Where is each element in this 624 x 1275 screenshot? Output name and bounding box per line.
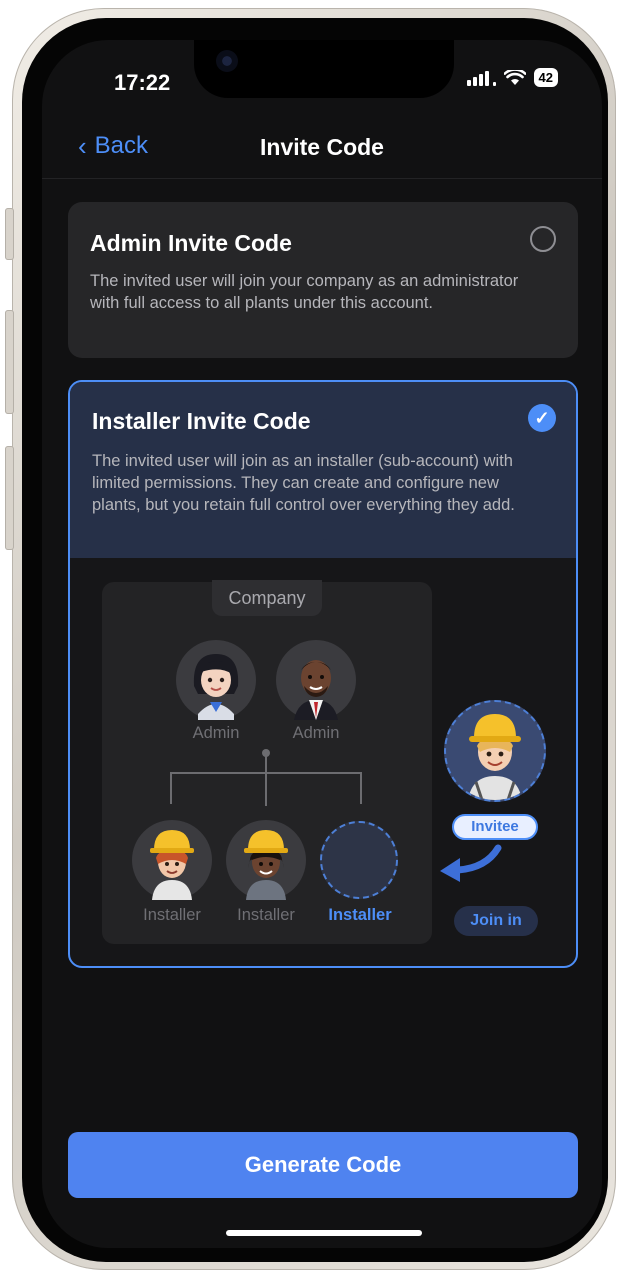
admin-invite-option[interactable]: Admin Invite Code The invited user will … — [68, 202, 578, 358]
installer-invite-option[interactable]: Installer Invite Code The invited user w… — [68, 380, 578, 968]
navigation-bar: ‹ Back Invite Code — [42, 122, 602, 179]
admin-option-title: Admin Invite Code — [90, 230, 292, 256]
admin-label-1: Admin — [192, 724, 240, 742]
arrow-left-icon — [440, 844, 502, 882]
tree-connector-bar — [170, 772, 362, 774]
volume-up-button — [5, 310, 14, 414]
front-camera — [216, 50, 238, 72]
status-icons: 42 — [466, 68, 558, 87]
battery-icon: 42 — [533, 68, 558, 87]
tree-connector-node — [262, 749, 270, 757]
invitee-badge: Invitee — [452, 814, 538, 840]
wifi-icon — [503, 69, 526, 85]
checkmark-icon[interactable]: ✓ — [528, 404, 556, 432]
admin-avatar-man — [276, 640, 356, 720]
company-label: Company — [212, 580, 322, 616]
signal-icon — [466, 70, 496, 86]
status-time: 17:22 — [114, 70, 171, 95]
page-title: Invite Code — [260, 134, 384, 160]
admin-label-2: Admin — [292, 724, 340, 742]
installer-option-description: The invited user will join as an install… — [92, 452, 515, 514]
generate-code-button[interactable]: Generate Code — [68, 1132, 578, 1198]
installer-label-new: Installer — [328, 906, 392, 924]
installer-avatar-1 — [132, 820, 212, 900]
installer-option-title: Installer Invite Code — [92, 408, 311, 434]
invitee-avatar — [444, 700, 546, 802]
installer-avatar-2 — [226, 820, 306, 900]
tree-connector-trunk — [265, 752, 267, 806]
installer-placeholder — [320, 821, 398, 899]
mute-switch — [5, 208, 14, 260]
home-indicator[interactable] — [226, 1230, 422, 1236]
admin-option-description: The invited user will join your company … — [90, 272, 519, 312]
admin-radio-button[interactable] — [530, 226, 556, 252]
company-diagram: Company Admin Admin Installer Installer … — [102, 580, 432, 944]
tree-connector-left — [170, 772, 172, 804]
volume-down-button — [5, 446, 14, 550]
installer-label-1: Installer — [143, 906, 201, 924]
admin-avatar-woman — [176, 640, 256, 720]
installer-label-2: Installer — [237, 906, 295, 924]
tree-connector-right — [360, 772, 362, 804]
app-screen: 17:22 42 ‹ Back Invite Code Admin Invite… — [42, 40, 602, 1248]
join-in-badge: Join in — [454, 906, 538, 936]
